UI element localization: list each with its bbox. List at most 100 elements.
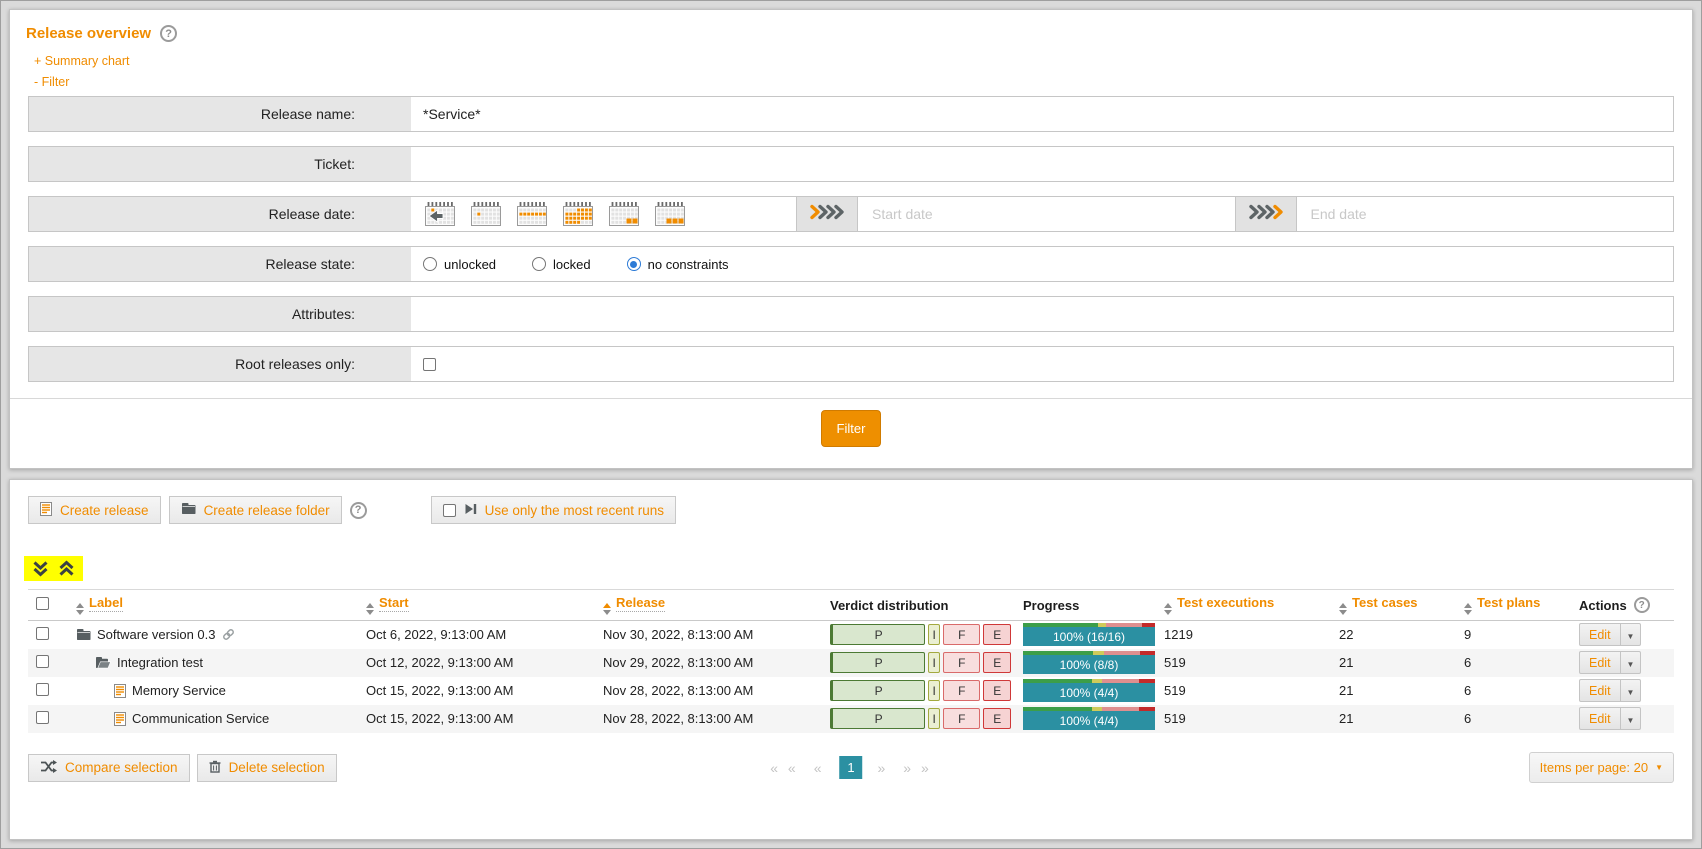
ticket-input[interactable] <box>411 147 1673 181</box>
verdict-error-segment[interactable]: E <box>983 624 1011 645</box>
progress-bar: 100% (4/4) <box>1023 711 1155 730</box>
radio-option-unlocked[interactable]: unlocked <box>423 257 496 272</box>
sort-icon[interactable] <box>1339 603 1347 615</box>
verdict-pass-segment[interactable]: P <box>830 624 925 645</box>
column-header-label[interactable]: Label <box>89 595 123 612</box>
radio-option-locked[interactable]: locked <box>532 257 591 272</box>
sort-icon[interactable] <box>366 603 374 615</box>
edit-dropdown-button[interactable]: ▼ <box>1621 623 1642 646</box>
release-name-input[interactable] <box>411 97 1673 131</box>
verdict-fail-segment[interactable]: F <box>943 708 980 729</box>
verdict-pass-segment[interactable]: P <box>830 652 925 673</box>
verdict-fail-segment[interactable]: F <box>943 652 980 673</box>
delete-selection-button[interactable]: Delete selection <box>197 754 337 782</box>
create-release-label: Create release <box>60 503 149 518</box>
start-date-input[interactable] <box>858 197 1235 231</box>
sort-icon[interactable] <box>1464 603 1472 615</box>
verdict-inconclusive-segment[interactable]: I <box>928 680 940 701</box>
radio-label: unlocked <box>444 257 496 272</box>
radio-option-no-constraints[interactable]: no constraints <box>627 257 729 272</box>
current-page[interactable]: 1 <box>840 756 863 779</box>
row-select-checkbox[interactable] <box>36 683 49 696</box>
help-icon[interactable] <box>1634 597 1650 613</box>
verdict-error-segment[interactable]: E <box>983 708 1011 729</box>
sort-icon[interactable] <box>76 603 84 615</box>
verdict-error-segment[interactable]: E <box>983 680 1011 701</box>
next-page-button[interactable]: » <box>878 760 889 776</box>
tree-toggle-highlight <box>24 556 83 581</box>
use-recent-runs-button[interactable]: Use only the most recent runs <box>431 496 676 524</box>
calendar-single-day-icon[interactable] <box>471 202 501 226</box>
edit-dropdown-button[interactable]: ▼ <box>1621 707 1642 730</box>
verdict-pass-segment[interactable]: P <box>830 680 925 701</box>
folder-open-icon <box>95 656 111 669</box>
column-header-release[interactable]: Release <box>616 595 665 612</box>
expand-all-button[interactable] <box>32 560 49 577</box>
release-label[interactable]: Software version 0.3 <box>97 627 216 642</box>
verdict-inconclusive-segment[interactable]: I <box>928 652 940 673</box>
release-label[interactable]: Communication Service <box>132 711 269 726</box>
collapse-all-button[interactable] <box>58 560 75 577</box>
radio-label: no constraints <box>648 257 729 272</box>
use-recent-runs-checkbox[interactable] <box>443 504 456 517</box>
create-release-folder-button[interactable]: Create release folder <box>169 496 342 524</box>
calendar-month-icon[interactable] <box>563 202 593 226</box>
filter-button[interactable]: Filter <box>821 410 882 447</box>
sort-icon-ascending[interactable] <box>603 603 611 615</box>
radio-unselected-icon[interactable] <box>532 257 546 271</box>
verdict-fail-segment[interactable]: F <box>943 680 980 701</box>
help-icon[interactable] <box>350 502 367 519</box>
verdict-error-segment[interactable]: E <box>983 652 1011 673</box>
edit-button[interactable]: Edit <box>1579 679 1621 702</box>
previous-page-button[interactable]: « <box>814 760 825 776</box>
column-header-start[interactable]: Start <box>379 595 409 612</box>
edit-button[interactable]: Edit <box>1579 651 1621 674</box>
edit-button[interactable]: Edit <box>1579 623 1621 646</box>
summary-chart-toggle[interactable]: + Summary chart <box>34 54 130 68</box>
end-date-picker-button[interactable] <box>1235 197 1297 231</box>
items-per-page-button[interactable]: Items per page: 20 ▼ <box>1529 752 1674 783</box>
calendar-last-days-icon[interactable] <box>655 202 685 226</box>
help-icon[interactable] <box>160 25 177 42</box>
filter-row-release-state: Release state: unlocked locked no constr… <box>28 246 1674 282</box>
release-label[interactable]: Integration test <box>117 655 203 670</box>
calendar-weekend-icon[interactable] <box>609 202 639 226</box>
calendar-prev-day-icon[interactable] <box>425 202 455 226</box>
compare-icon <box>40 760 57 776</box>
last-page-button[interactable]: » » <box>903 760 931 776</box>
release-overview-panel: Release overview + Summary chart - Filte… <box>9 9 1693 469</box>
row-select-checkbox[interactable] <box>36 711 49 724</box>
end-date-input[interactable] <box>1297 197 1674 231</box>
filter-toggle[interactable]: - Filter <box>34 75 69 89</box>
root-releases-checkbox[interactable] <box>423 358 436 371</box>
ticket-label: Ticket: <box>29 147 411 181</box>
calendar-week-icon[interactable] <box>517 202 547 226</box>
column-header-test-cases[interactable]: Test cases <box>1352 595 1418 610</box>
row-select-checkbox[interactable] <box>36 627 49 640</box>
select-all-checkbox[interactable] <box>36 597 49 610</box>
compare-selection-label: Compare selection <box>65 760 178 775</box>
progress-cell: 100% (4/4) <box>1023 679 1155 702</box>
step-forward-icon <box>464 503 477 518</box>
verdict-fail-segment[interactable]: F <box>943 624 980 645</box>
create-release-button[interactable]: Create release <box>28 496 161 524</box>
attributes-input[interactable] <box>411 297 1673 331</box>
compare-selection-button[interactable]: Compare selection <box>28 754 190 782</box>
start-date-picker-button[interactable] <box>796 197 858 231</box>
edit-dropdown-button[interactable]: ▼ <box>1621 679 1642 702</box>
first-page-button[interactable]: « « <box>770 760 798 776</box>
verdict-inconclusive-segment[interactable]: I <box>928 624 940 645</box>
column-header-test-executions[interactable]: Test executions <box>1177 595 1274 610</box>
sort-icon[interactable] <box>1164 603 1172 615</box>
row-select-checkbox[interactable] <box>36 655 49 668</box>
release-label[interactable]: Memory Service <box>132 683 226 698</box>
radio-selected-icon[interactable] <box>627 257 641 271</box>
edit-button[interactable]: Edit <box>1579 707 1621 730</box>
verdict-inconclusive-segment[interactable]: I <box>928 708 940 729</box>
verdict-pass-segment[interactable]: P <box>830 708 925 729</box>
radio-unselected-icon[interactable] <box>423 257 437 271</box>
start-date: Oct 12, 2022, 9:13:00 AM <box>358 649 595 677</box>
verdict-distribution-bar: PIFE <box>830 652 1011 673</box>
edit-dropdown-button[interactable]: ▼ <box>1621 651 1642 674</box>
column-header-test-plans[interactable]: Test plans <box>1477 595 1540 610</box>
